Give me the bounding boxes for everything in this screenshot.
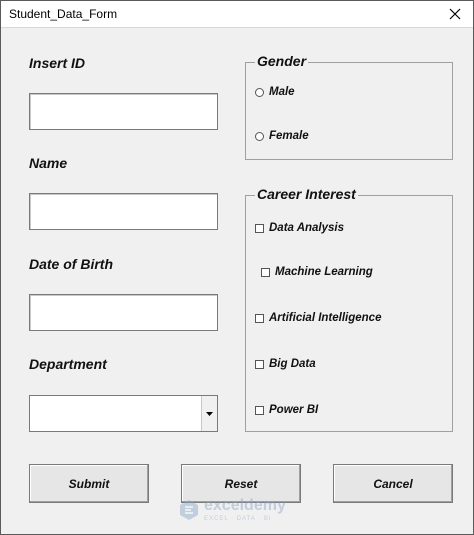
department-dropdown-button[interactable] (201, 396, 217, 431)
insert-id-input[interactable] (29, 93, 218, 130)
submit-button[interactable]: Submit (29, 464, 149, 503)
big-data-checkbox[interactable] (255, 359, 264, 369)
chevron-down-icon (206, 411, 213, 416)
dob-label: Date of Birth (29, 256, 113, 272)
userform-window: Student_Data_Form Insert ID Name Date of… (0, 0, 474, 535)
exceldemy-logo-icon (180, 500, 198, 520)
close-button[interactable] (443, 3, 467, 25)
name-input[interactable] (29, 193, 218, 230)
male-label: Male (269, 86, 295, 98)
name-label: Name (29, 155, 68, 171)
power-bi-checkbox[interactable] (255, 405, 264, 415)
window-title: Student_Data_Form (9, 7, 118, 21)
career-option-big-data[interactable]: Big Data (255, 358, 316, 370)
female-label: Female (269, 130, 309, 142)
close-icon (449, 8, 461, 20)
career-option-power-bi[interactable]: Power BI (255, 404, 318, 416)
watermark-name: exceldemy (204, 497, 286, 514)
big-data-label: Big Data (269, 358, 316, 370)
exceldemy-watermark: exceldemy EXCEL · DATA · BI (179, 498, 286, 522)
career-interest-frame: Career Interest Data Analysis Machine Le… (245, 186, 453, 432)
insert-id-label: Insert ID (29, 55, 86, 71)
title-bar[interactable]: Student_Data_Form (1, 1, 473, 28)
machine-learning-checkbox[interactable] (261, 267, 270, 277)
gender-option-female[interactable]: Female (255, 130, 309, 142)
gender-option-male[interactable]: Male (255, 86, 295, 98)
male-radio[interactable] (255, 87, 264, 97)
career-interest-legend: Career Interest (255, 186, 358, 202)
data-analysis-checkbox[interactable] (255, 223, 264, 233)
artificial-intelligence-label: Artificial Intelligence (269, 312, 382, 324)
gender-legend: Gender (255, 53, 309, 69)
department-combobox[interactable] (29, 395, 218, 432)
machine-learning-label: Machine Learning (275, 266, 373, 278)
watermark-tagline: EXCEL · DATA · BI (204, 516, 272, 522)
artificial-intelligence-checkbox[interactable] (255, 313, 264, 323)
data-analysis-label: Data Analysis (269, 222, 344, 234)
female-radio[interactable] (255, 131, 264, 141)
department-label: Department (29, 356, 107, 372)
career-option-artificial-intelligence[interactable]: Artificial Intelligence (255, 312, 381, 324)
cancel-button[interactable]: Cancel (333, 464, 453, 503)
gender-frame: Gender Male Female (245, 53, 453, 160)
dob-input[interactable] (29, 294, 218, 331)
career-option-machine-learning[interactable]: Machine Learning (261, 266, 373, 278)
career-option-data-analysis[interactable]: Data Analysis (255, 222, 344, 234)
power-bi-label: Power BI (269, 404, 319, 416)
